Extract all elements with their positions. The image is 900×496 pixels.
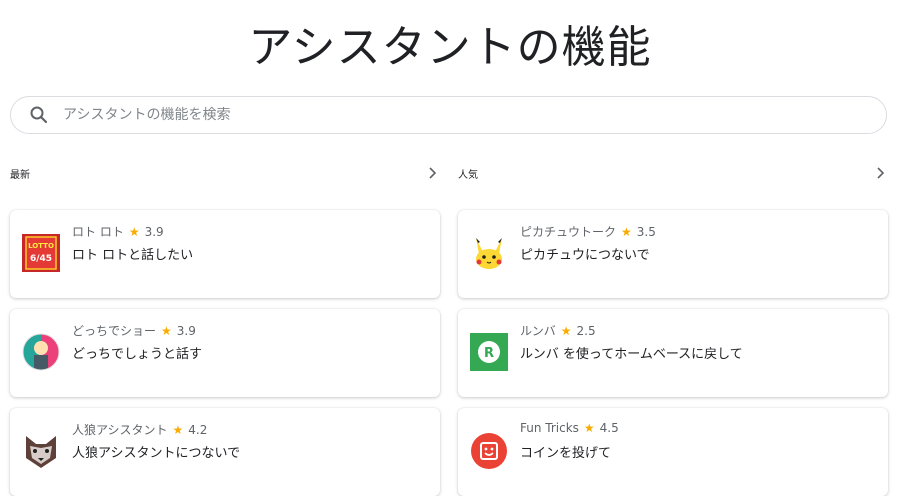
card-title: ルンバ [520,324,556,338]
card-phrase: ルンバ を使ってホームベースに戻して [520,347,743,362]
wolf-icon [22,432,60,470]
fun-tricks-icon [470,432,508,470]
action-card-pikachu[interactable]: ピカチュウトーク ★ 3.5 ピカチュウにつないで [458,210,888,298]
card-title: どっちでショー [72,324,157,338]
search-input[interactable] [61,106,886,124]
section-header-popular[interactable]: 人気 [458,162,888,184]
section-label-popular: 人気 [458,169,478,181]
chevron-right-icon[interactable] [424,165,440,181]
card-phrase: 人狼アシスタントにつないで [72,446,241,461]
card-rating: 4.2 [188,422,208,437]
card-title: ピカチュウトーク [520,225,617,239]
roomba-icon: R [470,333,508,371]
card-phrase: どっちでしょうと話す [72,347,203,362]
search-bar[interactable] [10,96,887,134]
star-icon: ★ [583,421,595,435]
action-card-roomba[interactable]: R ルンバ ★ 2.5 ルンバ を使ってホームベースに戻して [458,309,888,397]
svg-text:R: R [484,346,494,361]
action-card-werewolf[interactable]: 人狼アシスタント ★ 4.2 人狼アシスタントにつないで [10,408,440,496]
star-icon: ★ [621,224,632,239]
action-card-dotchi-show[interactable]: どっちでショー ★ 3.9 どっちでしょうと話す [10,309,440,397]
card-phrase: コインを投げて [520,446,612,461]
search-icon [29,105,49,125]
svg-text:6/45: 6/45 [30,254,52,264]
action-card-lotto[interactable]: LOTTO 6/45 ロト ロト ★ 3.9 ロト ロトと話したい [10,210,440,298]
card-rating: 2.5 [576,323,596,338]
star-icon: ★ [128,224,140,239]
section-header-latest[interactable]: 最新 [10,162,440,184]
star-icon: ★ [172,422,184,437]
card-rating: 3.5 [636,224,656,239]
card-phrase: ピカチュウにつないで [520,248,650,263]
dotchi-show-icon [22,333,60,371]
pikachu-icon [470,234,508,272]
card-rating: 4.5 [599,421,619,435]
action-card-fun-tricks[interactable]: Fun Tricks ★ 4.5 コインを投げて [458,408,888,496]
card-title: Fun Tricks [520,421,579,435]
card-phrase: ロト ロトと話したい [72,248,194,263]
page-title: アシスタントの機能 [248,22,652,73]
card-rating: 3.9 [144,224,164,239]
card-rating: 3.9 [176,323,196,338]
star-icon: ★ [161,323,172,338]
section-label-latest: 最新 [10,169,30,181]
svg-text:LOTTO: LOTTO [28,242,54,250]
chevron-right-icon[interactable] [872,165,888,181]
lotto-icon: LOTTO 6/45 [22,234,60,272]
star-icon: ★ [560,323,572,338]
card-title: ロト ロト [72,225,124,239]
card-title: 人狼アシスタント [72,423,168,437]
